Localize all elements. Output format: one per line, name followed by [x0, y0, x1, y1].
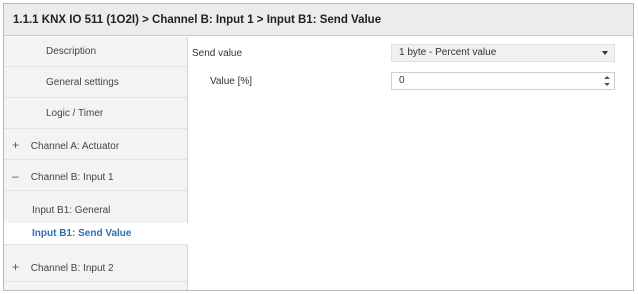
sidebar-item-input-b1-send-value[interactable]: Input B1: Send Value — [4, 223, 188, 245]
sidebar-item-logic-timer[interactable]: Logic / Timer — [4, 99, 187, 129]
plus-icon[interactable]: + — [12, 252, 28, 282]
sidebar-item-label: Channel B: Input 1 — [30, 172, 114, 183]
sidebar-item-label: Input B1: General — [32, 205, 111, 216]
breadcrumb: 1.1.1 KNX IO 511 (1O2I) > Channel B: Inp… — [4, 4, 633, 36]
sidebar-item-label: Channel B: Input 2 — [30, 263, 114, 274]
value-percent-label: Value [%] — [210, 76, 253, 87]
parameter-panel: Send value 1 byte - Percent value Value … — [188, 37, 633, 290]
sidebar-item-input-b1-general[interactable]: Input B1: General — [4, 196, 187, 226]
sidebar-item-general-settings[interactable]: General settings — [4, 68, 187, 98]
spinner-arrows-icon[interactable] — [603, 75, 611, 87]
sidebar-item-label: Logic / Timer — [46, 108, 104, 119]
value-percent-current: 0 — [399, 75, 405, 86]
send-value-select[interactable]: 1 byte - Percent value — [391, 44, 615, 62]
sidebar-item-channel-a-actuator[interactable]: + Channel A: Actuator — [4, 130, 187, 160]
sidebar-item-channel-b-input-1[interactable]: – Channel B: Input 1 — [4, 161, 187, 191]
plus-icon[interactable]: + — [12, 130, 28, 160]
sidebar-item-label: Description — [46, 46, 97, 57]
sidebar-item-label: Input B1: Send Value — [32, 228, 132, 239]
sidebar-item-description[interactable]: Description — [4, 37, 187, 67]
spinner-down-icon[interactable] — [604, 83, 610, 86]
send-value-label: Send value — [192, 48, 243, 59]
sidebar-item-channel-b-input-2[interactable]: + Channel B: Input 2 — [4, 252, 187, 282]
chevron-down-icon[interactable] — [602, 51, 608, 55]
parameter-window: 1.1.1 KNX IO 511 (1O2I) > Channel B: Inp… — [3, 3, 634, 291]
value-percent-input[interactable]: 0 — [391, 72, 615, 90]
send-value-selected: 1 byte - Percent value — [399, 47, 497, 58]
spinner-up-icon[interactable] — [604, 76, 610, 79]
sidebar-item-label: Channel A: Actuator — [30, 141, 120, 152]
parameter-sidebar: Description General settings Logic / Tim… — [4, 37, 188, 290]
sidebar-item-label: General settings — [46, 77, 119, 88]
minus-icon[interactable]: – — [12, 161, 28, 191]
